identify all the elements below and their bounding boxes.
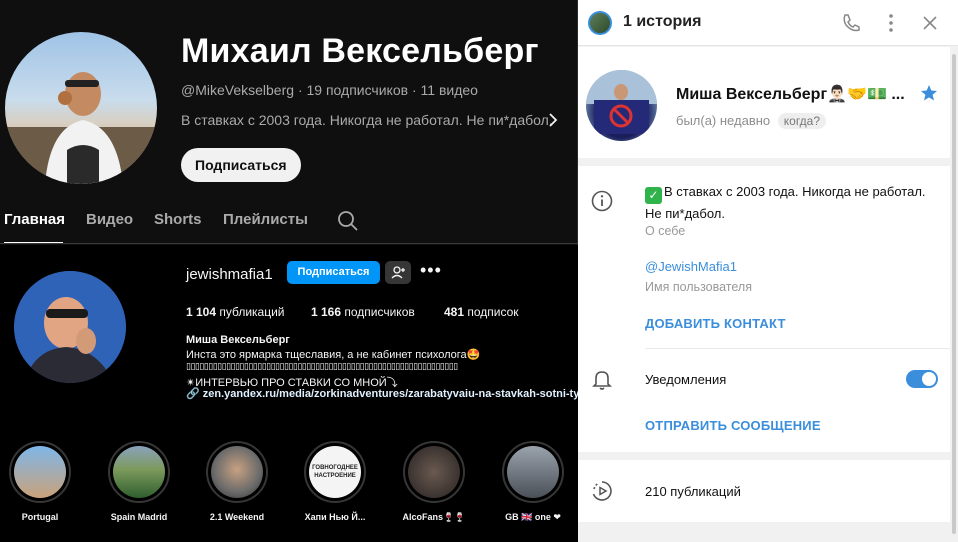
telegram-user-info-panel: 1 история Миша Вексельберг🤵🏻‍♂️🤝💵 ... (578, 0, 958, 542)
checkmark-icon: ✓ (645, 187, 662, 204)
stories-title[interactable]: 1 история (623, 13, 701, 31)
highlight-label: AlcoFans🍷🍷 (402, 512, 466, 522)
tab-videos[interactable]: Видео (86, 211, 133, 228)
instagram-username: jewishmafia1 (186, 266, 273, 283)
meta-separator: · (297, 82, 303, 98)
highlight-cover (211, 446, 263, 498)
highlight-label: GB 🇬🇧 one ❤ (505, 512, 561, 522)
username-label: Имя пользователя (645, 280, 752, 294)
youtube-channel-description[interactable]: В ставках с 2003 года. Никогда не работа… (181, 112, 553, 128)
notifications-label: Уведомления (645, 372, 727, 387)
following-count[interactable]: 481 подписок (444, 305, 519, 319)
story-highlight[interactable]: ГОВНОГОДНЕЕ НАСТРОЕНИЕ Хапи Нью Й... (295, 441, 375, 522)
add-contact-button[interactable]: ДОБАВИТЬ КОНТАКТ (645, 316, 786, 331)
profile-name: Миша Вексельберг🤵🏻‍♂️🤝💵 ... (676, 86, 905, 103)
instagram-avatar[interactable] (14, 271, 126, 383)
youtube-subscribe-button[interactable]: Подписаться (181, 148, 301, 182)
instagram-follow-button[interactable]: Подписаться (287, 261, 380, 284)
when-chip[interactable]: когда? (777, 113, 827, 129)
youtube-subscribers: 19 подписчиков (306, 82, 409, 98)
story-highlight[interactable]: AlcoFans🍷🍷 (394, 441, 474, 523)
highlight-cover: ГОВНОГОДНЕЕ НАСТРОЕНИЕ (309, 446, 361, 498)
posts-card[interactable]: 210 публикаций (578, 460, 950, 522)
highlight-label: Spain Madrid (110, 512, 168, 522)
last-seen-status: был(а) недавно когда? (676, 113, 827, 129)
youtube-channel-meta: @MikeVekselberg · 19 подписчиков · 11 ви… (181, 82, 478, 98)
send-message-button[interactable]: ОТПРАВИТЬ СООБЩЕНИЕ (645, 418, 821, 433)
phone-icon[interactable] (840, 12, 862, 34)
chevron-right-icon[interactable] (546, 110, 560, 130)
username-link[interactable]: @JewishMafia1 (645, 259, 737, 274)
add-user-icon (391, 266, 405, 279)
highlight-label: Хапи Нью Й... (304, 512, 366, 522)
highlight-cover (507, 446, 559, 498)
youtube-videos-count: 11 видео (420, 82, 478, 98)
search-icon[interactable] (337, 210, 359, 232)
info-icon (591, 190, 613, 212)
posts-count[interactable]: 1 104 публикаций (186, 305, 285, 319)
bio-line: Инста это ярмарка тщеславия, а не кабине… (186, 349, 481, 361)
tab-home[interactable]: Главная (4, 211, 65, 228)
scrollbar[interactable] (950, 46, 958, 542)
youtube-handle: @MikeVekselberg (181, 82, 295, 98)
youtube-channel-name: Михаил Вексельберг (181, 32, 539, 70)
followers-count[interactable]: 1 166 подписчиков (311, 305, 415, 319)
highlight-cover (113, 446, 165, 498)
divider (645, 348, 950, 349)
more-vertical-icon[interactable] (880, 12, 902, 34)
youtube-tabs: Главная Видео Shorts Плейлисты (0, 203, 578, 245)
add-user-button[interactable] (385, 261, 411, 284)
story-avatar[interactable] (588, 11, 612, 35)
notifications-toggle[interactable] (906, 370, 938, 388)
bio-line: ▯▯▯▯▯▯▯▯▯▯▯▯▯▯▯▯▯▯▯▯▯▯▯▯▯▯▯▯▯▯▯▯▯▯▯▯▯▯▯▯… (186, 361, 458, 371)
story-highlight[interactable]: GB 🇬🇧 one ❤ (493, 441, 573, 523)
youtube-channel-avatar[interactable] (5, 32, 157, 184)
youtube-channel-panel: Михаил Вексельберг @MikeVekselberg · 19 … (0, 0, 578, 245)
scrollbar-thumb[interactable] (952, 54, 956, 534)
about-label: О себе (645, 224, 686, 238)
more-options-icon[interactable]: ••• (420, 261, 442, 283)
bio-name: Миша Вексельберг (186, 334, 290, 346)
star-icon[interactable] (920, 84, 938, 102)
tab-shorts[interactable]: Shorts (154, 211, 202, 228)
divider (0, 243, 578, 244)
bio-link[interactable]: 🔗 zen.yandex.ru/media/zorkinadventures/z… (186, 387, 578, 400)
meta-separator: · (411, 82, 417, 98)
link-icon: 🔗 (186, 388, 203, 400)
close-icon[interactable] (919, 12, 941, 34)
bell-icon (592, 371, 612, 390)
highlight-label: Portugal (21, 512, 59, 522)
stories-icon (592, 481, 612, 501)
publications-count: 210 публикаций (645, 484, 741, 499)
story-highlight[interactable]: Portugal (0, 441, 80, 522)
profile-avatar[interactable] (586, 70, 657, 141)
instagram-profile-panel: jewishmafia1 Подписаться ••• 1 104 публи… (0, 245, 578, 542)
story-highlight[interactable]: 2.1 Weekend (197, 441, 277, 522)
highlight-label: 2.1 Weekend (209, 512, 265, 522)
info-card: ✓ В ставках с 2003 года. Никогда не работ… (578, 166, 950, 452)
highlight-cover (408, 446, 460, 498)
about-text: ✓ В ставках с 2003 года. Никогда не работ… (645, 184, 926, 221)
telegram-header: 1 история (578, 0, 958, 46)
profile-card: Миша Вексельберг🤵🏻‍♂️🤝💵 ... был(а) недав… (578, 47, 950, 158)
tab-playlists[interactable]: Плейлисты (223, 211, 308, 228)
story-highlight[interactable]: Spain Madrid (99, 441, 179, 522)
highlight-cover (14, 446, 66, 498)
